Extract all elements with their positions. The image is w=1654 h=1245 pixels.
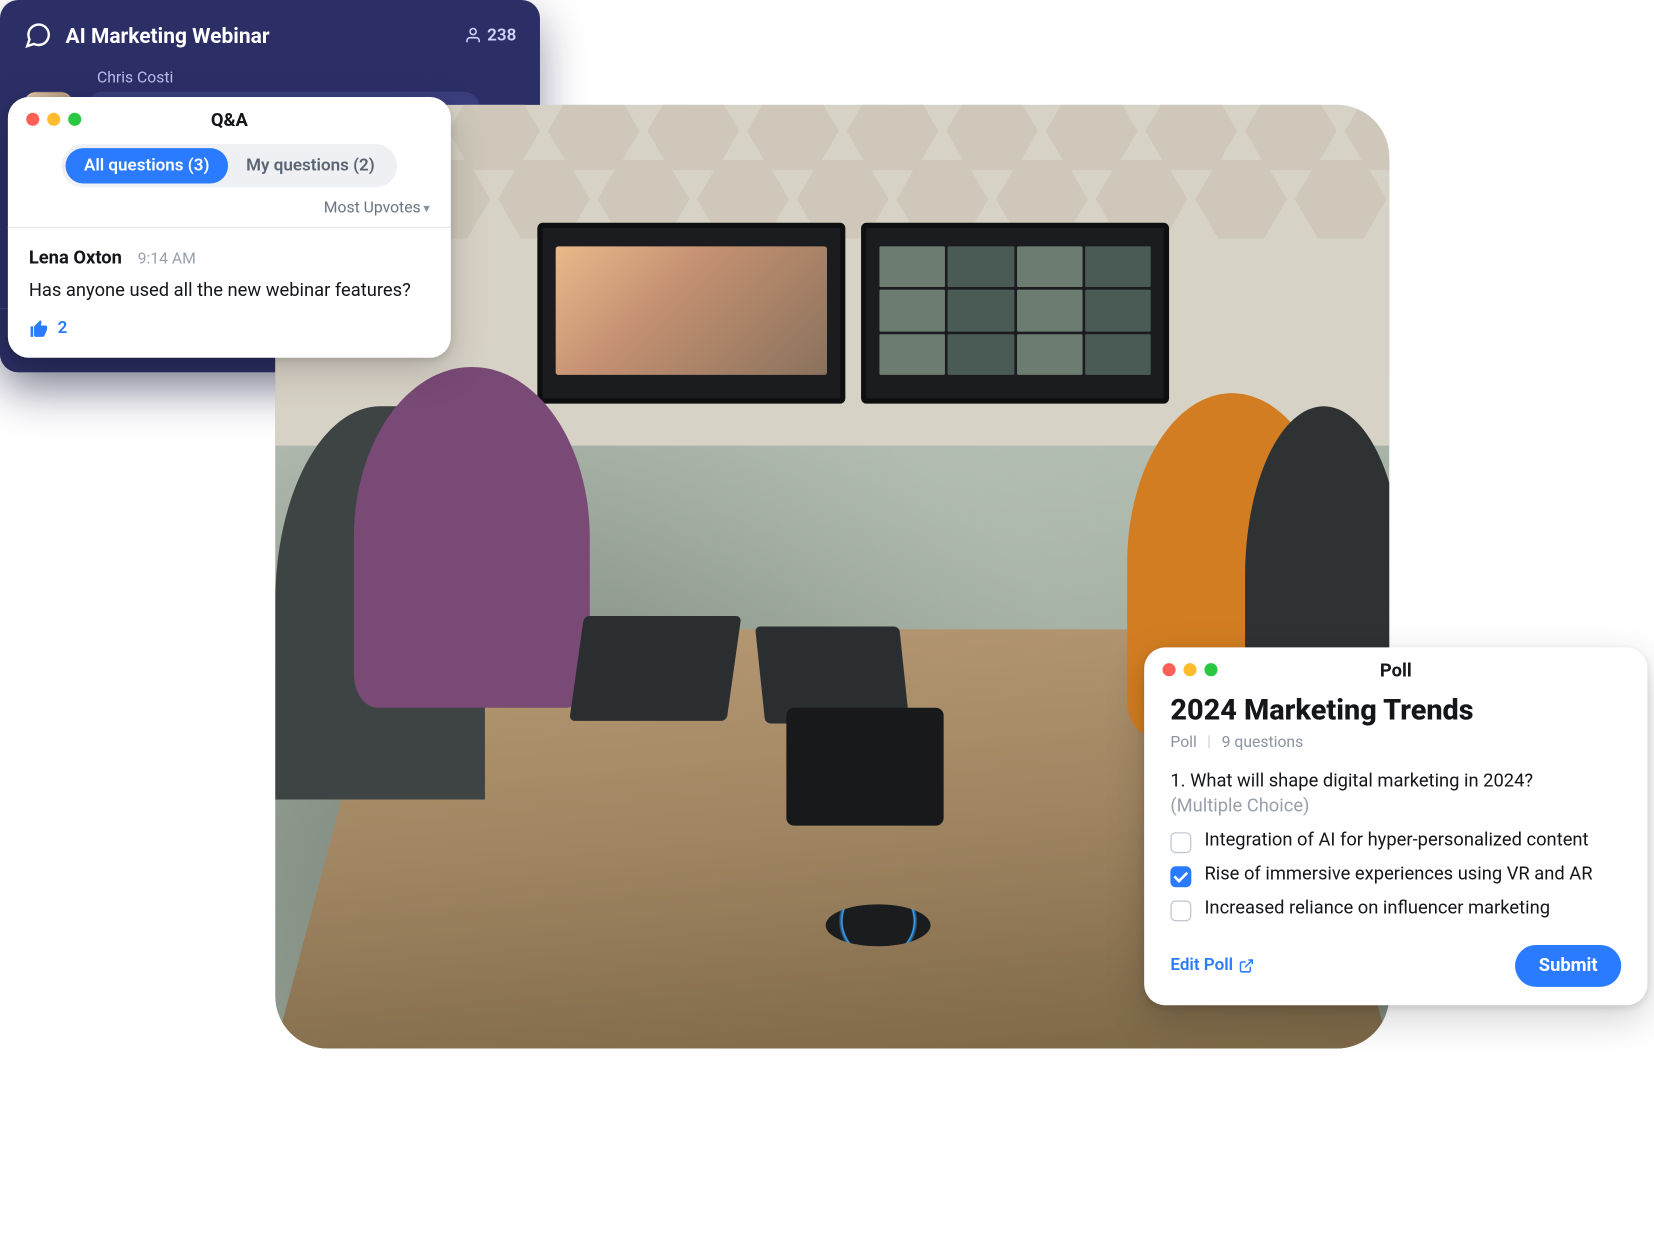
poll-hint: (Multiple Choice) [1170,795,1621,816]
poll-option[interactable]: Rise of immersive experiences using VR a… [1170,863,1621,887]
external-link-icon [1238,958,1254,974]
checkbox-icon [1170,866,1191,887]
poll-window-title: Poll [1144,661,1647,682]
question-author: Lena Oxton [29,248,122,269]
maximize-icon[interactable] [1204,663,1217,676]
poll-question: 1. What will shape digital marketing in … [1170,769,1621,795]
maximize-icon[interactable] [68,113,81,126]
sort-label: Most Upvotes [324,198,421,216]
poll-panel: Poll 2024 Marketing Trends Poll 9 questi… [1144,647,1647,1004]
like-count: 2 [58,319,68,339]
poll-option[interactable]: Increased reliance on influencer marketi… [1170,897,1621,921]
edit-poll-link[interactable]: Edit Poll [1170,956,1254,976]
participant-count[interactable]: 238 [464,26,517,46]
close-icon[interactable] [26,113,39,126]
qa-panel: Q&A All questions (3) My questions (2) M… [8,97,451,357]
thumbs-up-icon [29,318,50,339]
question-text: Has anyone used all the new webinar feat… [29,279,430,305]
poll-option-label: Rise of immersive experiences using VR a… [1204,863,1592,884]
chat-header: AI Marketing Webinar 238 [0,0,540,68]
poll-options: Integration of AI for hyper-personalized… [1170,829,1621,921]
submit-button[interactable]: Submit [1515,944,1621,986]
tab-my-questions[interactable]: My questions (2) [228,148,393,183]
like-button[interactable]: 2 [29,318,430,339]
poll-title: 2024 Marketing Trends [1170,695,1621,728]
qa-question-item: Lena Oxton 9:14 AM Has anyone used all t… [8,228,451,357]
person-icon [464,26,482,44]
poll-option-label: Increased reliance on influencer marketi… [1204,897,1550,918]
close-icon[interactable] [1163,663,1176,676]
poll-meta: Poll 9 questions [1170,733,1621,751]
sort-dropdown[interactable]: Most Upvotes▾ [8,195,451,226]
message-author: Chris Costi [97,68,516,86]
chevron-down-icon: ▾ [423,202,430,216]
chat-icon [24,21,53,50]
minimize-icon[interactable] [47,113,60,126]
checkbox-icon [1170,900,1191,921]
question-time: 9:14 AM [138,249,196,267]
minimize-icon[interactable] [1183,663,1196,676]
chat-title: AI Marketing Webinar [66,23,451,48]
qa-tabs: All questions (3) My questions (2) [62,144,397,187]
poll-option[interactable]: Integration of AI for hyper-personalized… [1170,829,1621,853]
tab-all-questions[interactable]: All questions (3) [66,148,228,183]
checkbox-icon [1170,832,1191,853]
poll-option-label: Integration of AI for hyper-personalized… [1204,829,1588,850]
